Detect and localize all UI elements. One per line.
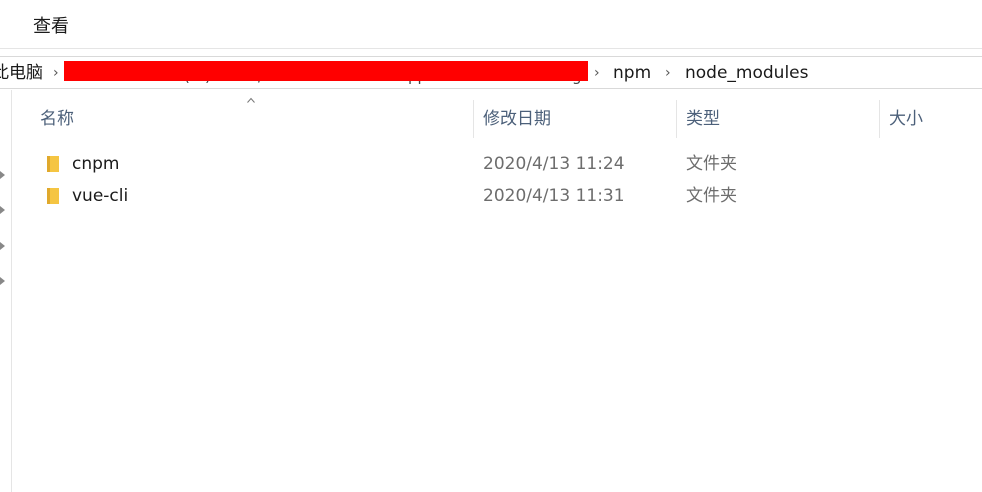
chevron-right-icon[interactable]	[0, 206, 5, 214]
column-header-date-modified[interactable]: 修改日期	[483, 108, 551, 130]
column-header-size[interactable]: 大小	[889, 108, 923, 130]
column-divider[interactable]	[473, 100, 474, 138]
ribbon-tab-view[interactable]: 查看	[33, 16, 69, 38]
column-divider[interactable]	[879, 100, 880, 138]
breadcrumb-npm[interactable]: npm	[613, 63, 651, 83]
address-bar[interactable]: 此电脑 › ( ) / pp g › npm › node_modules	[0, 56, 982, 89]
chevron-right-icon[interactable]: ›	[594, 64, 600, 82]
file-date-modified: 2020/4/13 11:31	[483, 186, 625, 206]
file-name[interactable]: cnpm	[72, 153, 119, 175]
file-name[interactable]: vue-cli	[72, 185, 128, 207]
chevron-up-icon	[247, 97, 255, 103]
column-divider[interactable]	[676, 100, 677, 138]
file-type: 文件夹	[686, 186, 737, 206]
file-type: 文件夹	[686, 154, 737, 174]
column-header-type[interactable]: 类型	[686, 108, 720, 130]
breadcrumb-this-pc[interactable]: 此电脑	[0, 63, 43, 83]
chevron-right-icon[interactable]	[0, 242, 5, 250]
chevron-right-icon[interactable]	[0, 171, 5, 179]
chevron-right-icon[interactable]	[0, 277, 5, 285]
navigation-pane	[0, 90, 12, 492]
ribbon: 查看	[0, 0, 982, 49]
breadcrumb-node-modules[interactable]: node_modules	[685, 63, 809, 83]
chevron-right-icon[interactable]: ›	[53, 64, 59, 82]
file-date-modified: 2020/4/13 11:24	[483, 154, 625, 174]
redaction-mark	[64, 61, 588, 81]
column-header-name[interactable]: 名称	[40, 108, 74, 130]
folder-icon	[47, 156, 59, 172]
folder-icon	[47, 188, 59, 204]
chevron-right-icon[interactable]: ›	[665, 64, 671, 82]
